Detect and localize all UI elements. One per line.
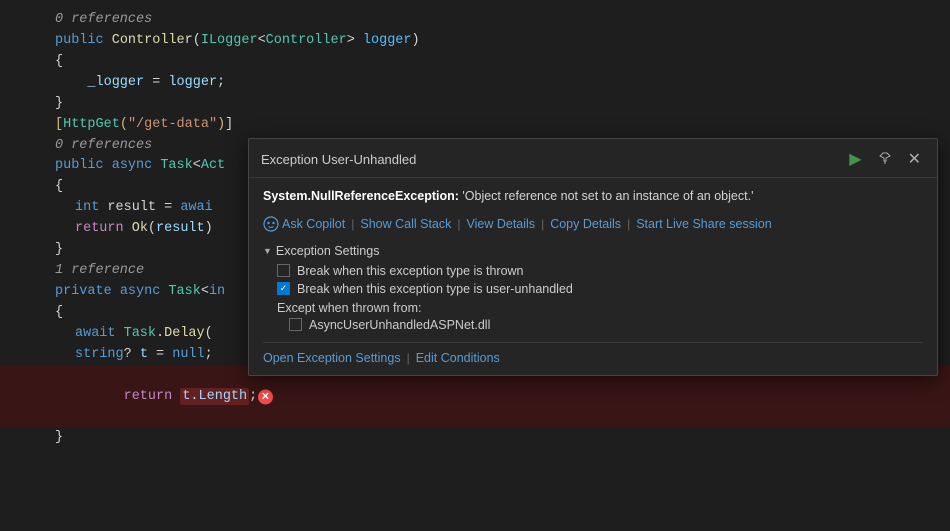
exception-detail: 'Object reference not set to an instance… xyxy=(462,189,753,203)
popup-header: Exception User-Unhandled ▶ ✕ xyxy=(249,139,937,178)
checkmark-icon: ✓ xyxy=(280,284,288,293)
popup-header-actions: ▶ ✕ xyxy=(845,147,925,171)
exception-type: System.NullReferenceException: xyxy=(263,189,459,203)
copilot-icon xyxy=(263,216,279,232)
checkbox-unhandled-label: Break when this exception type is user-u… xyxy=(297,282,573,296)
code-line-4: _logger = logger; xyxy=(0,73,950,94)
except-when-label: Except when thrown from: xyxy=(263,301,923,315)
checkbox-unhandled[interactable]: ✓ Break when this exception type is user… xyxy=(263,282,923,296)
continue-button[interactable]: ▶ xyxy=(845,147,865,171)
exception-message: System.NullReferenceException: 'Object r… xyxy=(263,188,923,206)
code-line-22: } xyxy=(0,428,950,449)
edit-conditions-link[interactable]: Edit Conditions xyxy=(416,351,500,365)
dll-checkbox-row[interactable]: AsyncUserUnhandledASPNet.dll xyxy=(263,318,923,332)
dll-checkbox-box[interactable] xyxy=(289,318,302,331)
exception-popup: Exception User-Unhandled ▶ ✕ System.Null… xyxy=(248,138,938,376)
pin-button[interactable] xyxy=(874,149,896,170)
popup-bottom-links: Open Exception Settings | Edit Condition… xyxy=(263,342,923,365)
settings-header-label: Exception Settings xyxy=(276,244,380,258)
live-share-link[interactable]: Start Live Share session xyxy=(636,217,772,231)
checkbox-thrown[interactable]: Break when this exception type is thrown xyxy=(263,264,923,278)
popup-title: Exception User-Unhandled xyxy=(261,152,416,167)
checkbox-thrown-box[interactable] xyxy=(277,264,290,277)
checkbox-unhandled-box[interactable]: ✓ xyxy=(277,282,290,295)
code-line-2: public Controller(ILogger<Controller> lo… xyxy=(0,31,950,52)
open-exception-settings-link[interactable]: Open Exception Settings xyxy=(263,351,401,365)
error-icon: ✕ xyxy=(258,390,273,405)
checkbox-thrown-label: Break when this exception type is thrown xyxy=(297,264,524,278)
copy-details-link[interactable]: Copy Details xyxy=(550,217,621,231)
view-details-link[interactable]: View Details xyxy=(467,217,536,231)
ask-copilot-link[interactable]: Ask Copilot xyxy=(282,217,345,231)
close-button[interactable]: ✕ xyxy=(904,147,925,171)
show-call-stack-link[interactable]: Show Call Stack xyxy=(360,217,451,231)
popup-links: Ask Copilot | Show Call Stack | View Det… xyxy=(263,216,923,232)
popup-body: System.NullReferenceException: 'Object r… xyxy=(249,178,937,375)
triangle-icon: ▼ xyxy=(263,246,272,256)
code-line-7: [HttpGet("/get-data")] xyxy=(0,115,950,136)
code-line-3: { xyxy=(0,52,950,73)
code-line-1: 0 references xyxy=(0,10,950,31)
exception-settings: ▼ Exception Settings Break when this exc… xyxy=(263,244,923,332)
settings-header[interactable]: ▼ Exception Settings xyxy=(263,244,923,258)
dll-label: AsyncUserUnhandledASPNet.dll xyxy=(309,318,490,332)
code-line-5: } xyxy=(0,94,950,115)
